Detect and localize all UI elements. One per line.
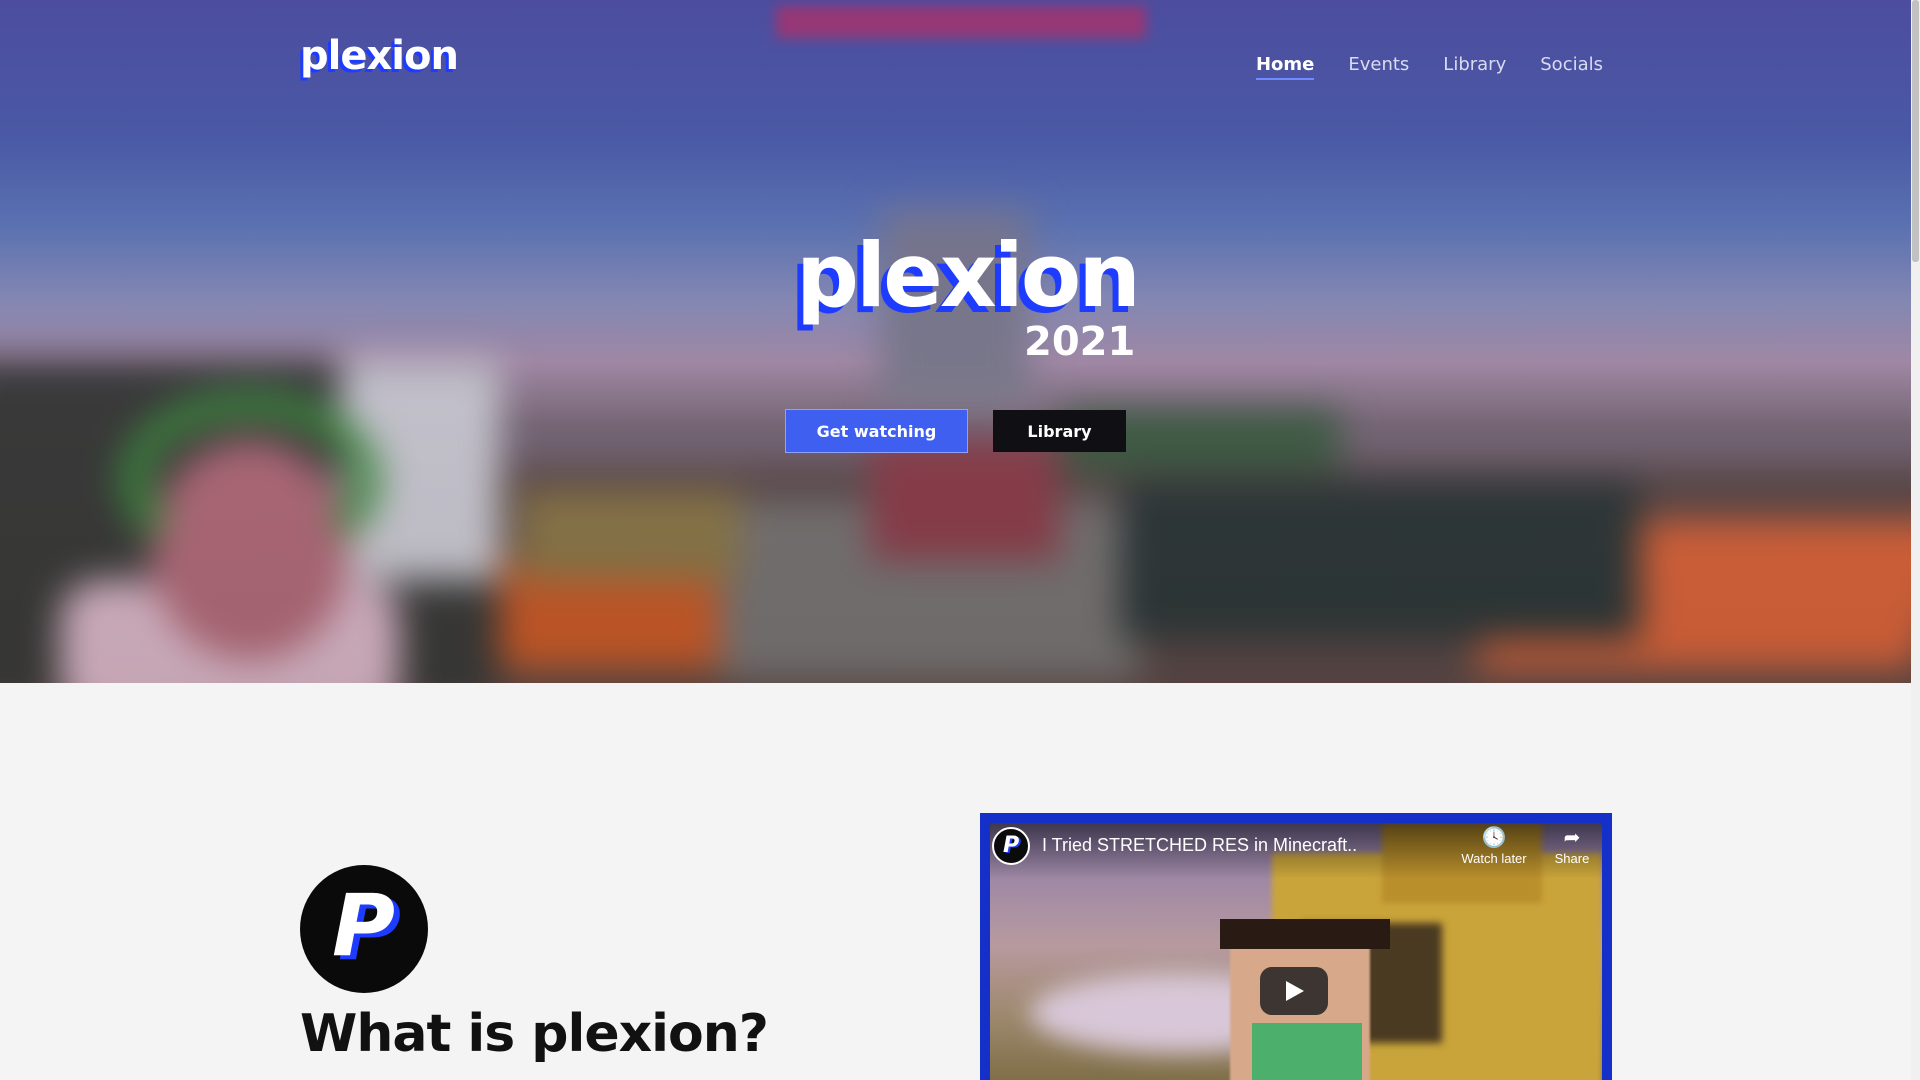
library-button[interactable]: Library	[993, 410, 1126, 452]
hero-overlay	[0, 0, 1911, 683]
clock-icon: 🕓	[1481, 827, 1507, 849]
play-icon[interactable]	[1260, 967, 1328, 1015]
channel-avatar[interactable]: P	[992, 827, 1030, 865]
about-section	[0, 683, 1911, 1080]
share-arrow-icon: ➦	[1563, 827, 1581, 849]
about-heading: What is plexion?	[300, 1004, 769, 1064]
hero-year: 2021	[1024, 319, 1136, 365]
scrollbar-thumb[interactable]	[1912, 0, 1919, 262]
nav-home[interactable]: Home	[1255, 54, 1315, 80]
video-thumbnail[interactable]: P I Tried STRETCHED RES in Minecraft.. 🕓…	[990, 823, 1602, 1080]
video-title[interactable]: I Tried STRETCHED RES in Minecraft..	[1042, 835, 1357, 856]
blurred-banner	[776, 6, 1146, 38]
logo-p-glyph: P	[332, 876, 396, 976]
nav-events[interactable]: Events	[1348, 54, 1409, 80]
plexion-logo-badge: P	[300, 865, 428, 993]
share-button[interactable]: ➦ Share	[1532, 827, 1602, 866]
hero-section: plexion Home Events Library Socials plex…	[0, 0, 1911, 683]
share-label: Share	[1554, 851, 1590, 866]
main-nav: Home Events Library Socials	[1255, 54, 1603, 80]
page: plexion Home Events Library Socials plex…	[0, 0, 1920, 1080]
nav-library[interactable]: Library	[1443, 54, 1506, 80]
video-embed[interactable]: P I Tried STRETCHED RES in Minecraft.. 🕓…	[980, 813, 1612, 1080]
watch-later-button[interactable]: 🕓 Watch later	[1454, 827, 1534, 866]
watch-later-label: Watch later	[1461, 851, 1527, 866]
site-logo[interactable]: plexion	[300, 36, 459, 76]
hero-title: plexion	[796, 224, 1141, 327]
nav-socials[interactable]: Socials	[1540, 54, 1603, 80]
get-watching-button[interactable]: Get watching	[785, 409, 968, 453]
